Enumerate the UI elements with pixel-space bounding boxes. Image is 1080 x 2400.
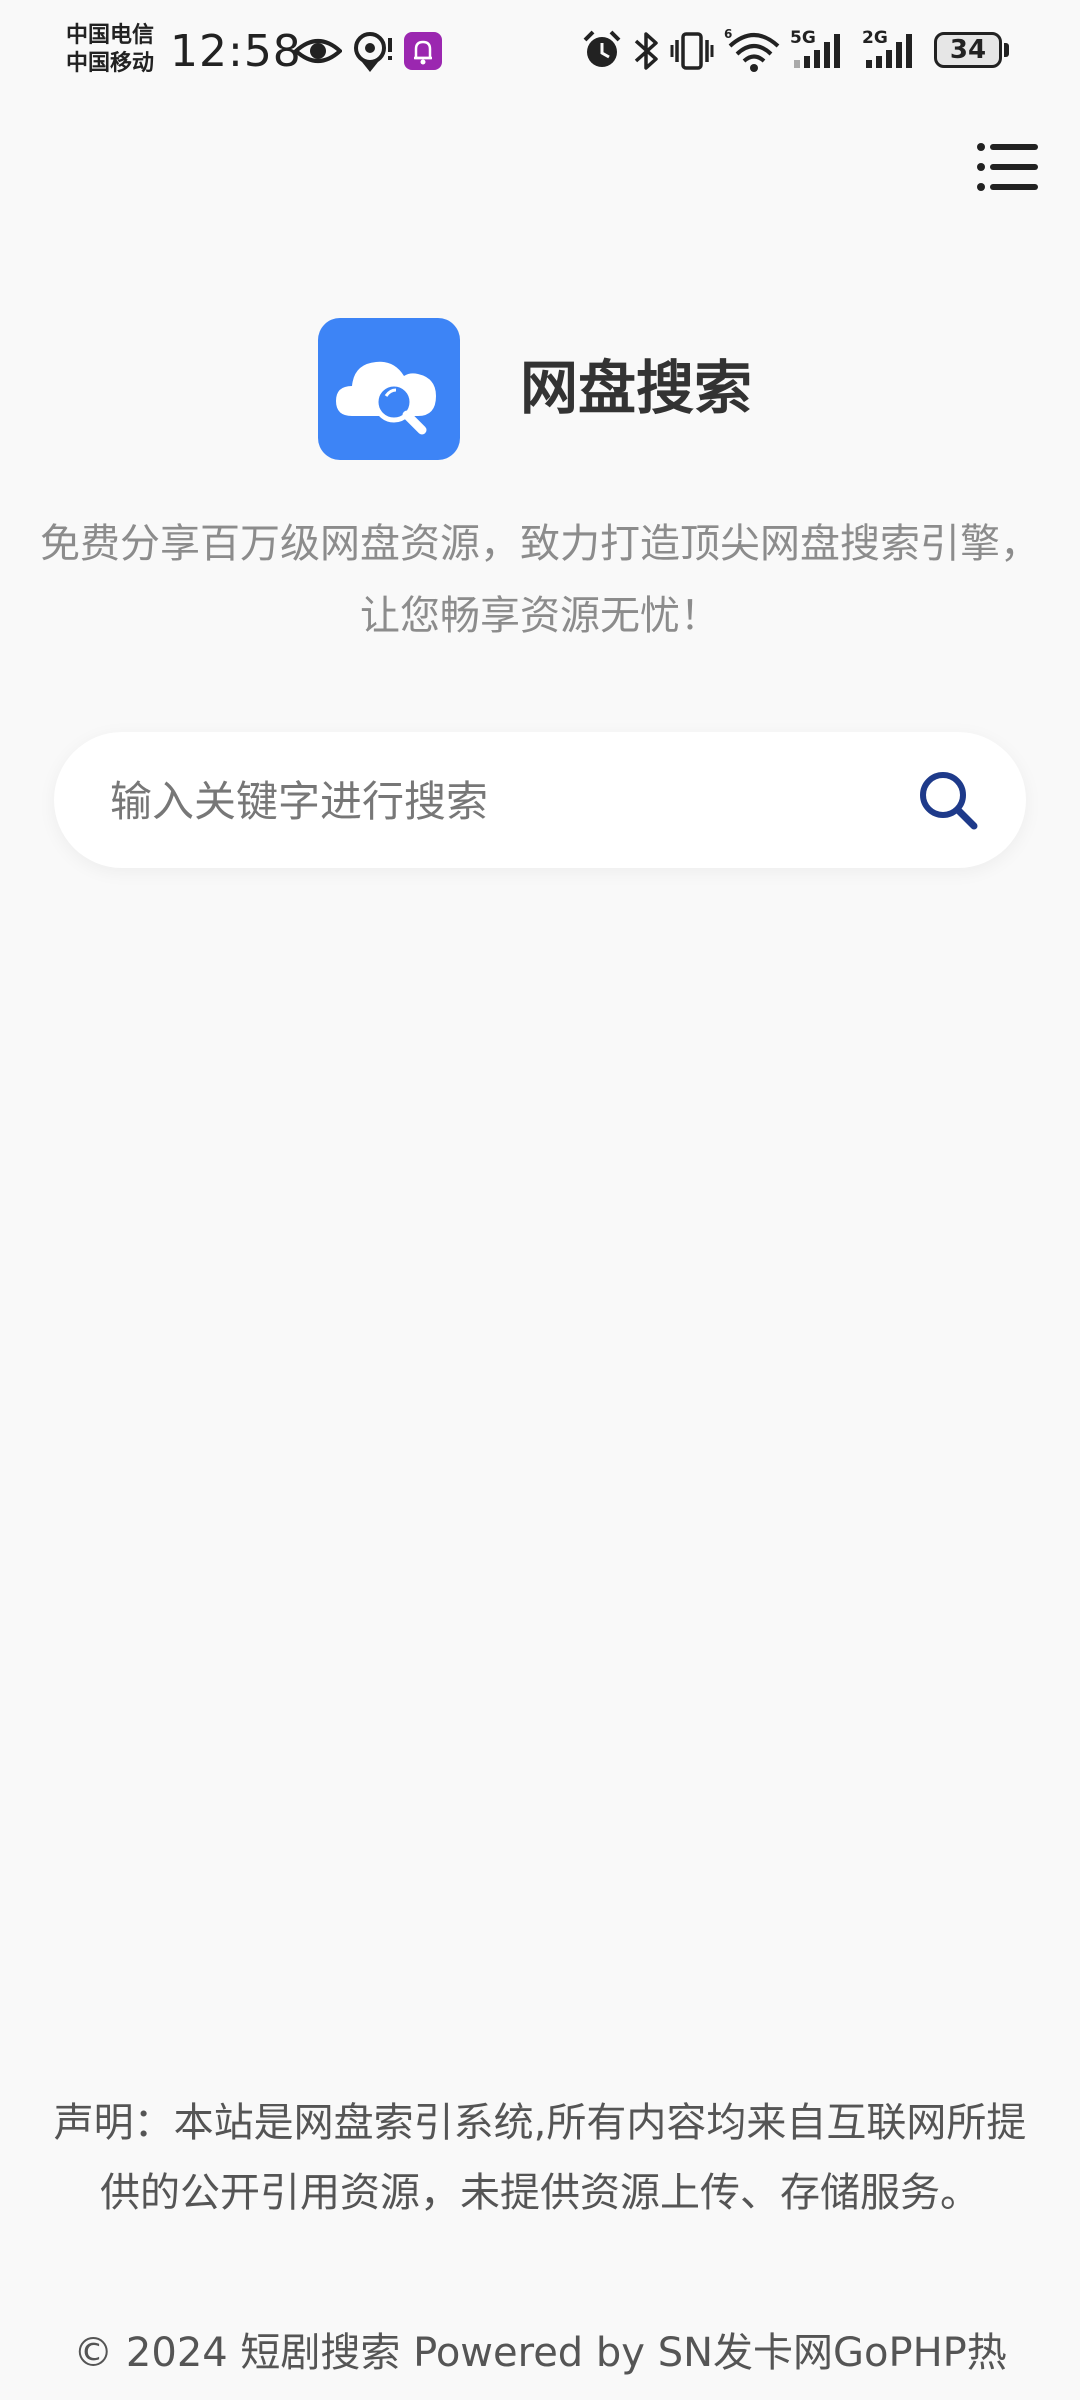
hamburger-menu-button[interactable]: [976, 140, 1040, 194]
notification-bell-icon: [404, 32, 442, 82]
wifi-icon: 6: [724, 26, 780, 76]
search-input[interactable]: [108, 760, 872, 842]
cloud-search-icon: [336, 361, 436, 435]
location-alert-icon: [352, 26, 396, 76]
disclaimer-text: 声明：本站是网盘索引系统,所有内容均来自互联网所提供的公开引用资源，未提供资源上…: [53, 2100, 1027, 2216]
tagline: 免费分享百万级网盘资源，致力打造顶尖网盘搜索引擎，让您畅享资源无忧！: [40, 521, 1040, 639]
signal-strength-2-icon: [864, 26, 920, 76]
bluetooth-icon: [632, 26, 662, 76]
status-bar: 中国电信 中国移动 12:58 6 5G 2G 34: [0, 0, 1080, 104]
carrier-1: 中国电信: [66, 23, 155, 48]
carrier-2: 中国移动: [66, 51, 155, 76]
search-icon: [920, 772, 978, 830]
app-logo: [318, 318, 460, 460]
vibrate-icon: [670, 26, 714, 76]
battery-icon: [1004, 43, 1009, 57]
signal-strength-icon: [792, 26, 848, 76]
alarm-icon: [582, 26, 622, 76]
copyright-text: © 2024 短剧搜索 Powered by SN发卡网GoPHP热: [73, 2330, 1007, 2376]
search-button[interactable]: [912, 764, 984, 836]
battery-level: 34: [934, 32, 1002, 68]
status-time: 12:58: [170, 26, 302, 77]
svg-text:6: 6: [724, 27, 732, 41]
hamburger-menu-icon: [977, 143, 1038, 191]
eye-icon: [294, 26, 342, 76]
carrier-info: 中国电信 中国移动: [66, 22, 154, 78]
search-bar: [54, 732, 1026, 868]
page-title: 网盘搜索: [520, 354, 753, 422]
